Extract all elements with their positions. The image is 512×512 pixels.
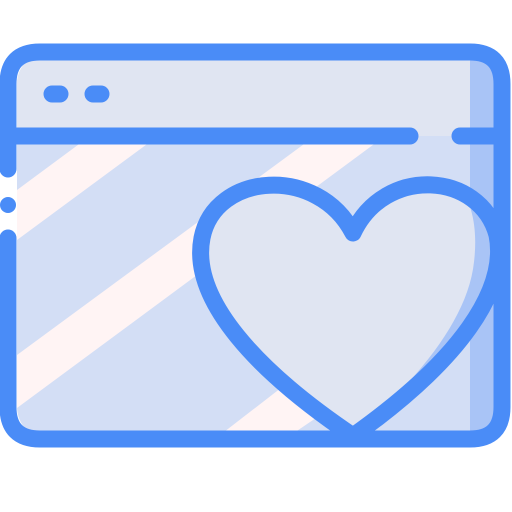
- browser-window-heart-icon: [0, 43, 511, 448]
- icon-canvas: [0, 0, 512, 512]
- window-outline-dot: [0, 197, 16, 213]
